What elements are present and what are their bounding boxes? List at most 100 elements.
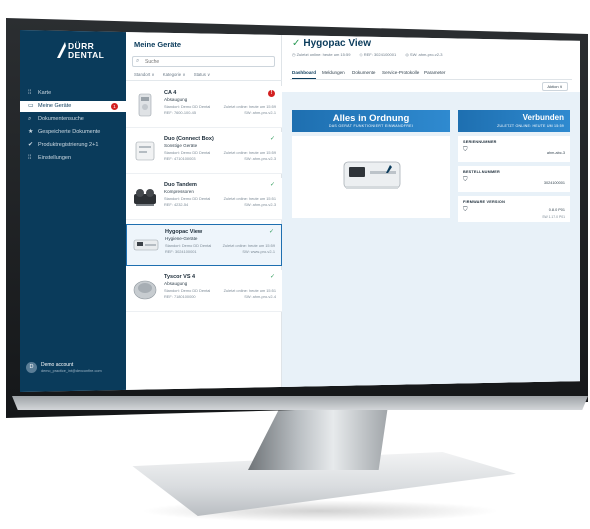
user-account[interactable]: D Demo account demo_practice_int@dexconf… xyxy=(26,360,124,378)
sidebar-item-label: Produktregistrierung 2+1 xyxy=(38,142,99,148)
device-meta: ◷ Zuletzt online: heute um 15:59 ◇ REF: … xyxy=(292,52,451,57)
star-icon: ★ xyxy=(28,129,34,135)
user-name: Demo account xyxy=(41,362,74,368)
sidebar-item-einstellungen[interactable]: ⁞⁞ Einstellungen xyxy=(20,153,126,164)
device-list: CA 4 Absaugung Standort: Demo DD Dental … xyxy=(126,86,282,316)
connection-card-subtitle: ZULETZT ONLINE: HEUTE UM 15:59 xyxy=(497,124,564,128)
device-title-text: Hygopac View xyxy=(303,38,372,49)
meta-last-online: ◷ Zuletzt online: heute um 15:59 xyxy=(292,52,351,57)
info-label: SERIENNUMMER xyxy=(463,140,497,144)
search-icon: ⌕ xyxy=(28,116,32,122)
filter-bar: Standort ∨ Kategorie ∨ Status ∨ xyxy=(134,72,217,78)
device-image-card xyxy=(292,136,450,218)
check-circle-icon: ✔ xyxy=(28,142,34,148)
search-box: ⌕ xyxy=(132,56,275,67)
device-last-online: Zuletzt online: heute um 15:51 xyxy=(223,288,276,293)
alert-icon: ! xyxy=(268,90,275,97)
sidebar-item-label: Dokumentensuche xyxy=(38,116,84,122)
check-icon: ✓ xyxy=(269,136,275,142)
page-title: Meine Geräte xyxy=(134,40,182,49)
sidebar-item-gespeicherte-dokumente[interactable]: ★ Gespeicherte Dokumente xyxy=(20,127,126,138)
device-thumbnail xyxy=(135,141,155,161)
device-row[interactable]: Tyscor VS 4 Absaugung Standort: Demo DD … xyxy=(126,270,282,312)
serial-number-card: SERIENNUMMER ⛉ ahm-abc-3 xyxy=(458,136,570,162)
status-card-subtitle: DAS GERÄT FUNKTIONIERT EINWANDFREI xyxy=(328,124,414,128)
device-ref: REF: 7600-100-45 xyxy=(164,110,197,115)
device-software: SW: ahm-pro-v2-4 xyxy=(244,294,276,299)
device-ref: REF: 4710100003 xyxy=(164,156,196,161)
sidebar-item-produktregistrierung[interactable]: ✔ Produktregistrierung 2+1 xyxy=(20,140,126,151)
sidebar-nav: ⁞⁞ Karte ▭ Meine Geräte 1 ⌕ Dokumentensu… xyxy=(20,88,126,166)
connection-card-title: Verbunden xyxy=(522,113,564,122)
device-type: Sonstige Geräte xyxy=(164,143,198,148)
sidebar-item-label: Einstellungen xyxy=(38,155,72,161)
device-last-online: Zuletzt online: heute um 15:59 xyxy=(223,104,276,109)
device-row[interactable]: CA 4 Absaugung Standort: Demo DD Dental … xyxy=(126,86,282,128)
sidebar-item-meine-geraete[interactable]: ▭ Meine Geräte 1 xyxy=(20,101,126,112)
filter-status[interactable]: Status ∨ xyxy=(194,72,211,77)
app-screen: DÜRR DENTAL ⁞⁞ Karte ▭ Meine Geräte 1 ⌕ … xyxy=(20,30,580,392)
shield-icon: ⛉ xyxy=(463,147,468,153)
sidebar-item-label: Gespeicherte Dokumente xyxy=(38,129,101,135)
map-icon: ⁞⁞ xyxy=(28,90,32,96)
info-value: 0.8.0 P01 xyxy=(548,208,565,212)
check-icon: ✓ xyxy=(269,182,275,188)
devices-icon: ▭ xyxy=(28,103,34,109)
device-image xyxy=(343,161,401,189)
device-thumbnail xyxy=(138,93,152,117)
sidebar-item-karte[interactable]: ⁞⁞ Karte xyxy=(20,88,126,99)
device-type: Kompressoren xyxy=(164,189,194,194)
device-ref: REF: 3024100001 xyxy=(165,249,197,254)
meta-software: ◎ SW: ahm-pro-v2-3 xyxy=(405,52,443,57)
info-value: 3024100001 xyxy=(543,181,565,185)
order-number-card: BESTELLNUMMER ⛉ 3024100001 xyxy=(458,166,570,192)
device-thumbnail xyxy=(134,189,156,206)
shield-icon: ⛉ xyxy=(463,207,468,213)
filter-standort[interactable]: Standort ∨ xyxy=(134,72,155,77)
status-card: Alles in Ordnung DAS GERÄT FUNKTIONIERT … xyxy=(292,110,450,132)
device-software: SW: ahm-pro-v2-3 xyxy=(244,156,276,161)
device-row[interactable]: Duo (Connect Box) Sonstige Geräte Stando… xyxy=(126,132,282,174)
logo: DÜRR DENTAL xyxy=(57,42,122,66)
tab-dashboard[interactable]: Dashboard xyxy=(292,70,316,79)
tab-service-protokolle[interactable]: Service-Protokolle xyxy=(382,70,419,75)
avatar: D xyxy=(26,362,37,373)
info-value-secondary: SW 1.17.0 P01 xyxy=(542,215,565,219)
sidebar-item-dokumentensuche[interactable]: ⌕ Dokumentensuche xyxy=(20,114,126,125)
device-ref: REF: 7180100000 xyxy=(164,294,196,299)
device-software: SW: ahm-pro-v2-3 xyxy=(244,202,276,207)
check-icon: ✓ xyxy=(269,274,275,280)
device-last-online: Zuletzt online: heute um 15:59 xyxy=(223,150,276,155)
meta-ref: ◇ REF: 3024100001 xyxy=(359,52,397,57)
check-icon: ✓ xyxy=(292,38,301,49)
device-title: ✓ Hygopac View xyxy=(292,38,371,49)
sidebar: DÜRR DENTAL ⁞⁞ Karte ▭ Meine Geräte 1 ⌕ … xyxy=(20,30,126,392)
status-card-title: Alles in Ordnung xyxy=(332,113,410,124)
device-name: Tyscor VS 4 xyxy=(164,274,196,280)
tab-meldungen[interactable]: Meldungen xyxy=(322,70,345,75)
tab-parameter[interactable]: Parameter xyxy=(424,70,445,75)
device-name: Duo Tandem xyxy=(164,182,197,188)
logo-line2: DENTAL xyxy=(68,49,105,60)
filter-kategorie[interactable]: Kategorie ∨ xyxy=(163,72,186,77)
device-row-selected[interactable]: Hygopac View Hygiene-Geräte Standort: De… xyxy=(126,224,282,266)
device-name: CA 4 xyxy=(164,90,177,96)
connection-card: Verbunden ZULETZT ONLINE: HEUTE UM 15:59 xyxy=(458,110,570,132)
device-thumbnail xyxy=(133,239,159,251)
action-dropdown-button[interactable]: Aktion ∨ xyxy=(542,82,568,91)
sidebar-item-label: Karte xyxy=(38,90,52,96)
sidebar-item-label: Meine Geräte xyxy=(38,103,72,109)
info-label: BESTELLNUMMER xyxy=(463,170,500,174)
device-name: Duo (Connect Box) xyxy=(164,136,214,142)
tab-dokumente[interactable]: Dokumente xyxy=(352,70,376,75)
info-label: FIRMWARE VERSION xyxy=(463,200,506,204)
device-location: Standort: Demo DD Dental xyxy=(164,150,211,155)
device-ref: REF: 4232-54 xyxy=(164,202,189,207)
device-location: Standort: Demo DD Dental xyxy=(164,104,211,109)
device-row[interactable]: Duo Tandem Kompressoren Standort: Demo D… xyxy=(126,178,282,220)
monitor-chin xyxy=(12,396,588,410)
search-input[interactable] xyxy=(145,58,271,66)
device-last-online: Zuletzt online: heute um 15:59 xyxy=(222,243,275,248)
detail-tabs: Dashboard Meldungen Dokumente Service-Pr… xyxy=(290,70,572,80)
device-detail-panel: ✓ Hygopac View ◷ Zuletzt online: heute um… xyxy=(282,30,580,392)
